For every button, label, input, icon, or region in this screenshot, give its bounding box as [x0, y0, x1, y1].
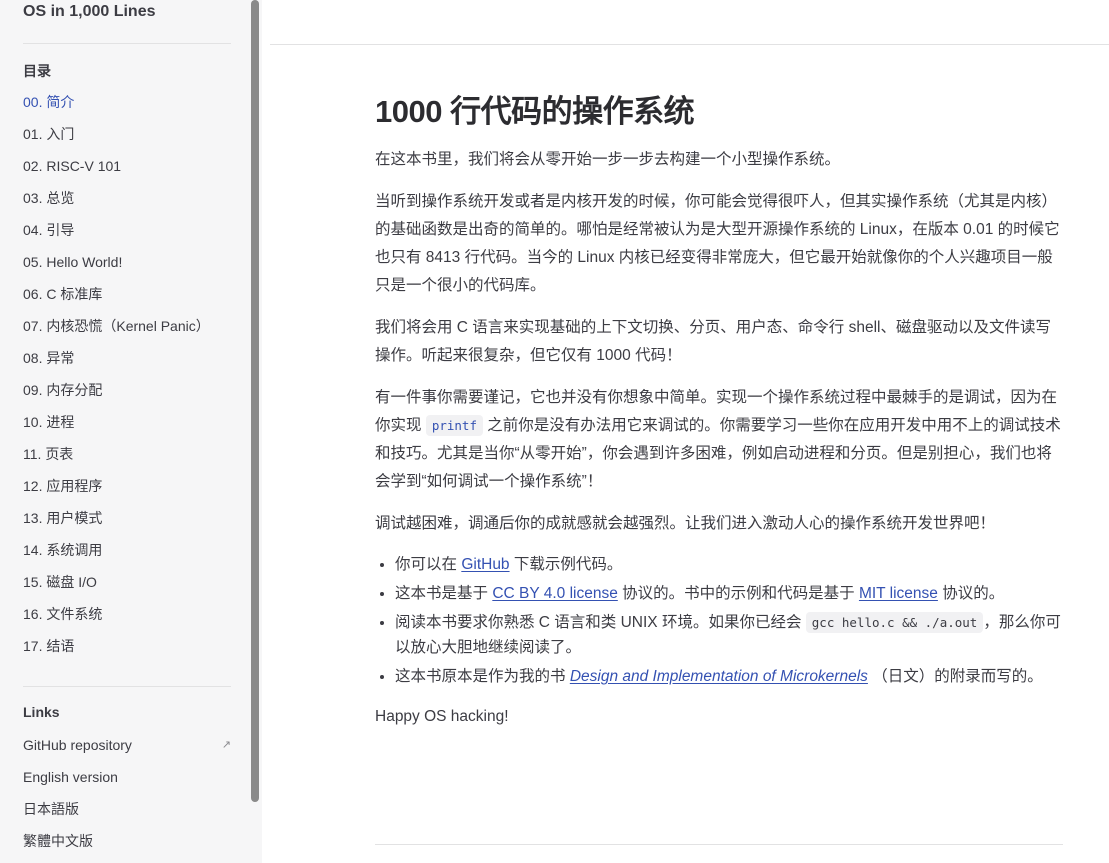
text: 下载示例代码。 [509, 556, 623, 573]
toc-item[interactable]: 02. RISC-V 101 [23, 150, 210, 182]
page-title: 1000 行代码的操作系统 [375, 94, 695, 129]
content-bottom-divider [375, 844, 1063, 845]
sidebar-scrollbar-thumb[interactable] [251, 0, 259, 802]
toc-item[interactable]: 15. 磁盘 I/O [23, 566, 210, 598]
text: 这本书原本是作为我的书 [395, 668, 570, 685]
toc-item[interactable]: 11. 页表 [23, 438, 210, 470]
cc-license-link[interactable]: CC BY 4.0 license [492, 585, 618, 602]
sidebar: OS in 1,000 Lines 目录 00. 简介 01. 入门 02. R… [0, 0, 248, 863]
toc-item-intro[interactable]: 00. 简介 [23, 86, 210, 118]
toc-item[interactable]: 17. 结语 [23, 630, 210, 662]
links-list: GitHub repository ↗ English version 日本語版… [23, 729, 233, 857]
closing-text: Happy OS hacking! [375, 708, 509, 725]
toc-item[interactable]: 05. Hello World! [23, 246, 210, 278]
toc-item[interactable]: 12. 应用程序 [23, 470, 210, 502]
toc-list: 00. 简介 01. 入门 02. RISC-V 101 03. 总览 04. … [23, 86, 210, 662]
main-content: 1000 行代码的操作系统 在这本书里，我们将会从零开始一步一步去构建一个小型操… [375, 88, 1065, 745]
mit-license-link[interactable]: MIT license [859, 585, 938, 602]
toc-item[interactable]: 01. 入门 [23, 118, 210, 150]
toc-heading: 目录 [23, 63, 51, 79]
paragraph: 我们将会用 C 语言来实现基础的上下文切换、分页、用户态、命令行 shell、磁… [375, 319, 1051, 364]
toc-item[interactable]: 07. 内核恐慌（Kernel Panic） [23, 310, 210, 342]
paragraph: 当听到操作系统开发或者是内核开发的时候，你可能会觉得很吓人，但其实操作系统（尤其… [375, 193, 1060, 294]
text: （日文）的附录而写的。 [867, 668, 1043, 685]
inline-code-gcc: gcc hello.c && ./a.out [805, 612, 984, 633]
toc-item[interactable]: 14. 系统调用 [23, 534, 210, 566]
links-heading: Links [23, 704, 60, 720]
site-title[interactable]: OS in 1,000 Lines [23, 3, 156, 21]
text: 协议的。书中的示例和代码是基于 [617, 585, 859, 602]
inline-code-printf: printf [425, 415, 483, 436]
link-github-repository[interactable]: GitHub repository ↗ [23, 729, 233, 761]
toc-item[interactable]: 04. 引导 [23, 214, 210, 246]
list-item: 这本书是基于 CC BY 4.0 license 协议的。书中的示例和代码是基于… [395, 581, 1065, 606]
paragraph: 调试越困难，调通后你的成就感就会越强烈。让我们进入激动人心的操作系统开发世界吧！ [375, 515, 996, 532]
toc-item[interactable]: 06. C 标准库 [23, 278, 210, 310]
external-link-icon: ↗ [221, 739, 231, 751]
list-item: 阅读本书要求你熟悉 C 语言和类 UNIX 环境。如果你已经会 gcc hell… [395, 610, 1065, 660]
toc-item[interactable]: 13. 用户模式 [23, 502, 210, 534]
toc-item[interactable]: 08. 异常 [23, 342, 210, 374]
text: 你可以在 [395, 556, 462, 573]
text: 这本书是基于 [395, 585, 493, 602]
list-item: 这本书原本是作为我的书 Design and Implementation of… [395, 664, 1065, 689]
toc-item[interactable]: 09. 内存分配 [23, 374, 210, 406]
toc-item[interactable]: 16. 文件系统 [23, 598, 210, 630]
info-list: 你可以在 GitHub 下载示例代码。 这本书是基于 CC BY 4.0 lic… [375, 552, 1065, 689]
sidebar-divider [23, 43, 231, 44]
text: 阅读本书要求你熟悉 C 语言和类 UNIX 环境。如果你已经会 [395, 614, 806, 631]
link-japanese-version[interactable]: 日本語版 [23, 793, 233, 825]
list-item: 你可以在 GitHub 下载示例代码。 [395, 552, 1065, 577]
toc-item[interactable]: 03. 总览 [23, 182, 210, 214]
toc-item[interactable]: 10. 进程 [23, 406, 210, 438]
github-link[interactable]: GitHub [461, 556, 509, 573]
paragraph: 有一件事你需要谨记，它也并没有你想象中简单。实现一个操作系统过程中最棘手的是调试… [375, 384, 1065, 496]
link-english-version[interactable]: English version [23, 761, 233, 793]
link-traditional-chinese-version[interactable]: 繁體中文版 [23, 825, 233, 857]
link-label: GitHub repository [23, 737, 132, 753]
sidebar-divider [23, 686, 231, 687]
paragraph: 在这本书里，我们将会从零开始一步一步去构建一个小型操作系统。 [375, 151, 841, 168]
microkernels-book-link[interactable]: Design and Implementation of Microkernel… [570, 668, 868, 685]
header-divider [270, 44, 1109, 45]
text: 协议的。 [937, 585, 1005, 602]
